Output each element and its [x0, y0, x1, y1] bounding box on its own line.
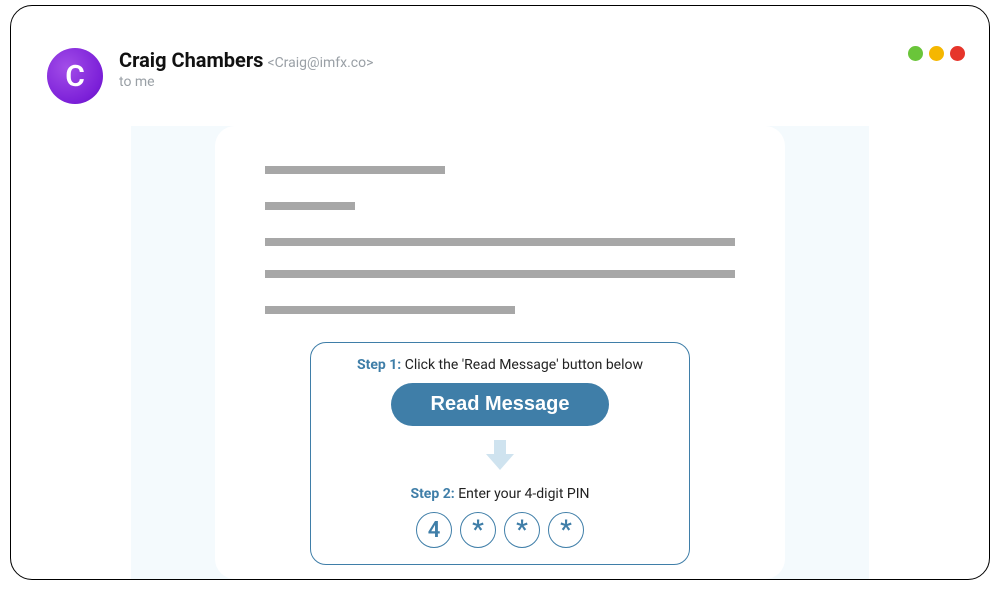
content-area: Step 1: Click the 'Read Message' button … [131, 126, 869, 579]
step-1-text: Click the 'Read Message' button below [405, 357, 643, 373]
email-header: C Craig Chambers <Craig@imfx.co> to me [47, 48, 373, 104]
instruction-box: Step 1: Click the 'Read Message' button … [310, 342, 690, 565]
avatar: C [47, 48, 103, 104]
close-dot-icon[interactable] [950, 46, 965, 61]
recipient-line: to me [119, 74, 373, 90]
down-arrow-icon [329, 434, 671, 482]
window-controls [908, 46, 965, 61]
step-2-text: Enter your 4-digit PIN [458, 486, 589, 502]
skeleton-line [265, 238, 735, 246]
pin-digit-2[interactable]: * [460, 512, 496, 548]
read-message-button[interactable]: Read Message [391, 383, 610, 426]
email-body-card: Step 1: Click the 'Read Message' button … [215, 126, 785, 579]
pin-input-row: 4 * * * [329, 512, 671, 548]
email-window: C Craig Chambers <Craig@imfx.co> to me S… [10, 5, 990, 580]
pin-digit-1[interactable]: 4 [416, 512, 452, 548]
minimize-dot-icon[interactable] [908, 46, 923, 61]
pin-digit-4[interactable]: * [548, 512, 584, 548]
sender-block: Craig Chambers <Craig@imfx.co> to me [119, 48, 373, 90]
skeleton-line [265, 270, 735, 278]
sender-email: <Craig@imfx.co> [267, 55, 373, 71]
step-1-label: Step 1: [357, 357, 401, 373]
skeleton-line [265, 202, 355, 210]
avatar-initial: C [65, 59, 85, 94]
step-2-label: Step 2: [410, 486, 454, 502]
skeleton-line [265, 306, 515, 314]
zoom-dot-icon[interactable] [929, 46, 944, 61]
pin-digit-3[interactable]: * [504, 512, 540, 548]
step-1-row: Step 1: Click the 'Read Message' button … [329, 357, 671, 373]
step-2-row: Step 2: Enter your 4-digit PIN [329, 486, 671, 502]
skeleton-line [265, 166, 445, 174]
sender-name: Craig Chambers [119, 48, 263, 72]
